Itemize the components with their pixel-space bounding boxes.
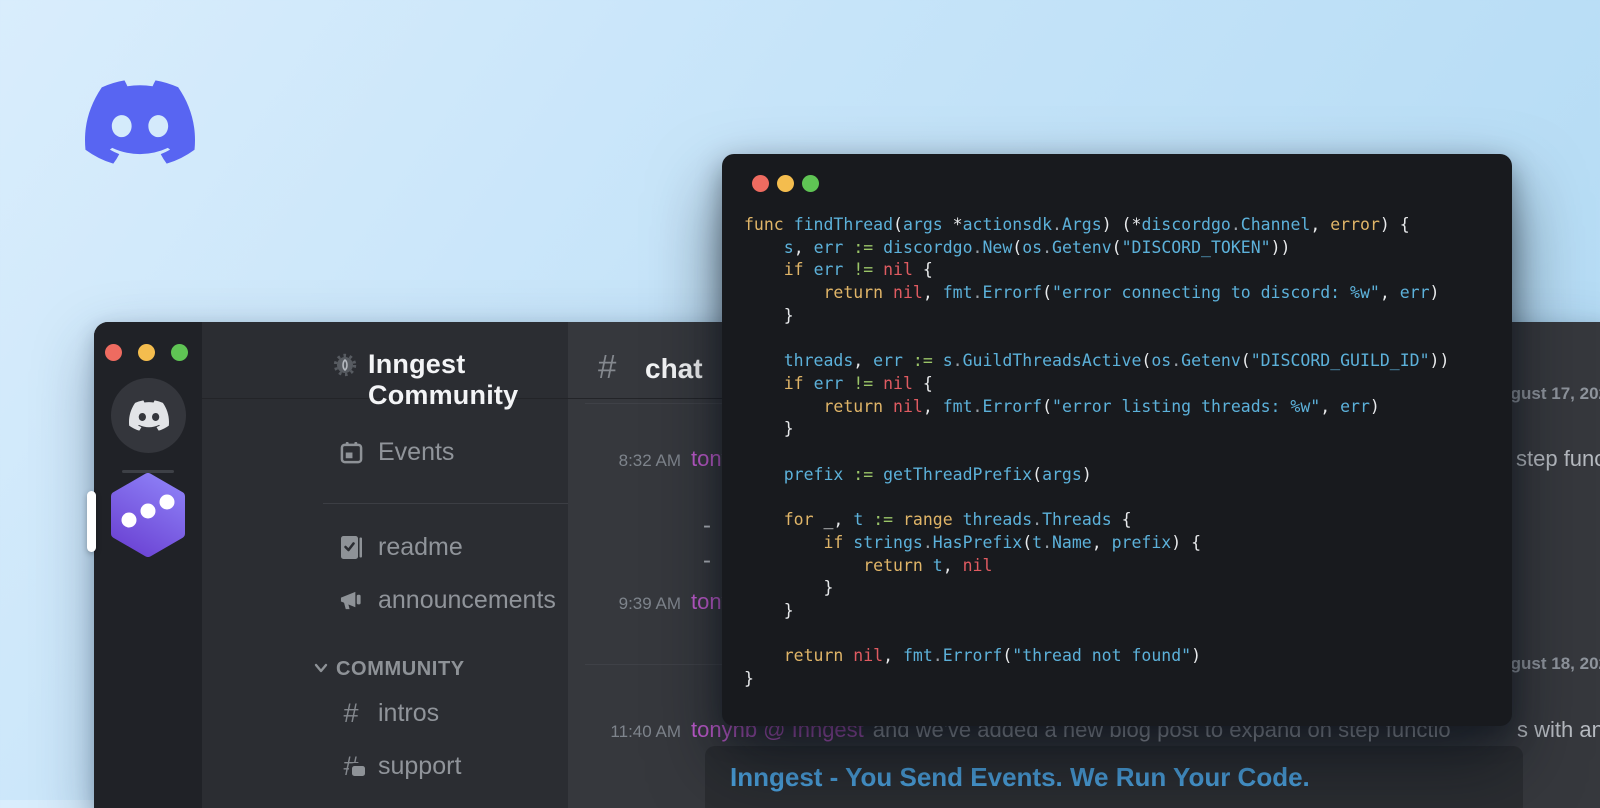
zoom-window-button[interactable] <box>802 175 819 192</box>
sidebar-item-label: intros <box>378 698 440 727</box>
server-header[interactable]: Inngest Community <box>202 322 655 410</box>
sidebar-item-events[interactable]: Events <box>202 436 568 468</box>
sidebar-item-readme[interactable]: readme <box>202 531 568 563</box>
discord-logo-icon <box>85 80 195 164</box>
sidebar-item-label: support <box>378 751 462 780</box>
hash-icon: # <box>343 697 359 728</box>
active-server-pill <box>87 491 96 552</box>
sidebar-item-intros[interactable]: # intros <box>202 697 568 729</box>
server-rail <box>94 322 202 808</box>
inngest-server-button[interactable] <box>111 473 185 557</box>
discord-window-controls <box>105 344 188 361</box>
code-window-controls <box>752 175 819 192</box>
link-embed: Inngest - You Send Events. We Run Your C… <box>705 746 1523 808</box>
category-community[interactable]: COMMUNITY <box>202 653 652 685</box>
chat-bubble-icon <box>352 766 365 776</box>
message-text-fragment: s with an <box>1517 717 1600 742</box>
message-timestamp: 8:32 AM <box>618 451 681 470</box>
minimize-window-button[interactable] <box>138 344 155 361</box>
code-editor-window: func findThread(args *actionsdk.Args) (*… <box>722 154 1512 726</box>
calendar-icon <box>338 441 364 464</box>
sidebar-item-label: Events <box>378 437 455 466</box>
channel-name: chat <box>645 353 703 384</box>
code-content: func findThread(args *actionsdk.Args) (*… <box>744 215 1450 689</box>
inngest-hexagon-icon <box>111 473 185 557</box>
hash-icon: # <box>598 348 617 385</box>
channel-sidebar: Inngest Community Events readme announce… <box>202 322 668 808</box>
discord-clyde-icon <box>128 400 169 431</box>
server-name: Inngest Community <box>368 349 519 410</box>
message-bullet: - <box>703 512 711 539</box>
message-timestamp: 9:39 AM <box>618 594 681 613</box>
community-badge-icon <box>333 353 357 377</box>
embed-title-link[interactable]: Inngest - You Send Events. We Run Your C… <box>730 762 1310 793</box>
sidebar-item-label: announcements <box>378 585 556 614</box>
sidebar-item-label: readme <box>378 532 463 561</box>
message-timestamp: 11:40 AM <box>610 722 681 741</box>
book-check-icon <box>338 535 364 560</box>
message-bullet: - <box>703 547 711 574</box>
discord-home-button[interactable] <box>111 378 186 453</box>
sidebar-item-announcements[interactable]: announcements <box>202 584 568 616</box>
zoom-window-button[interactable] <box>171 344 188 361</box>
close-window-button[interactable] <box>752 175 769 192</box>
megaphone-icon <box>338 589 364 612</box>
message-text-fragment: step functions <box>1516 446 1600 471</box>
sidebar-item-support[interactable]: # support <box>202 750 568 782</box>
chevron-down-icon <box>314 663 328 673</box>
category-label: COMMUNITY <box>336 657 465 680</box>
close-window-button[interactable] <box>105 344 122 361</box>
minimize-window-button[interactable] <box>777 175 794 192</box>
